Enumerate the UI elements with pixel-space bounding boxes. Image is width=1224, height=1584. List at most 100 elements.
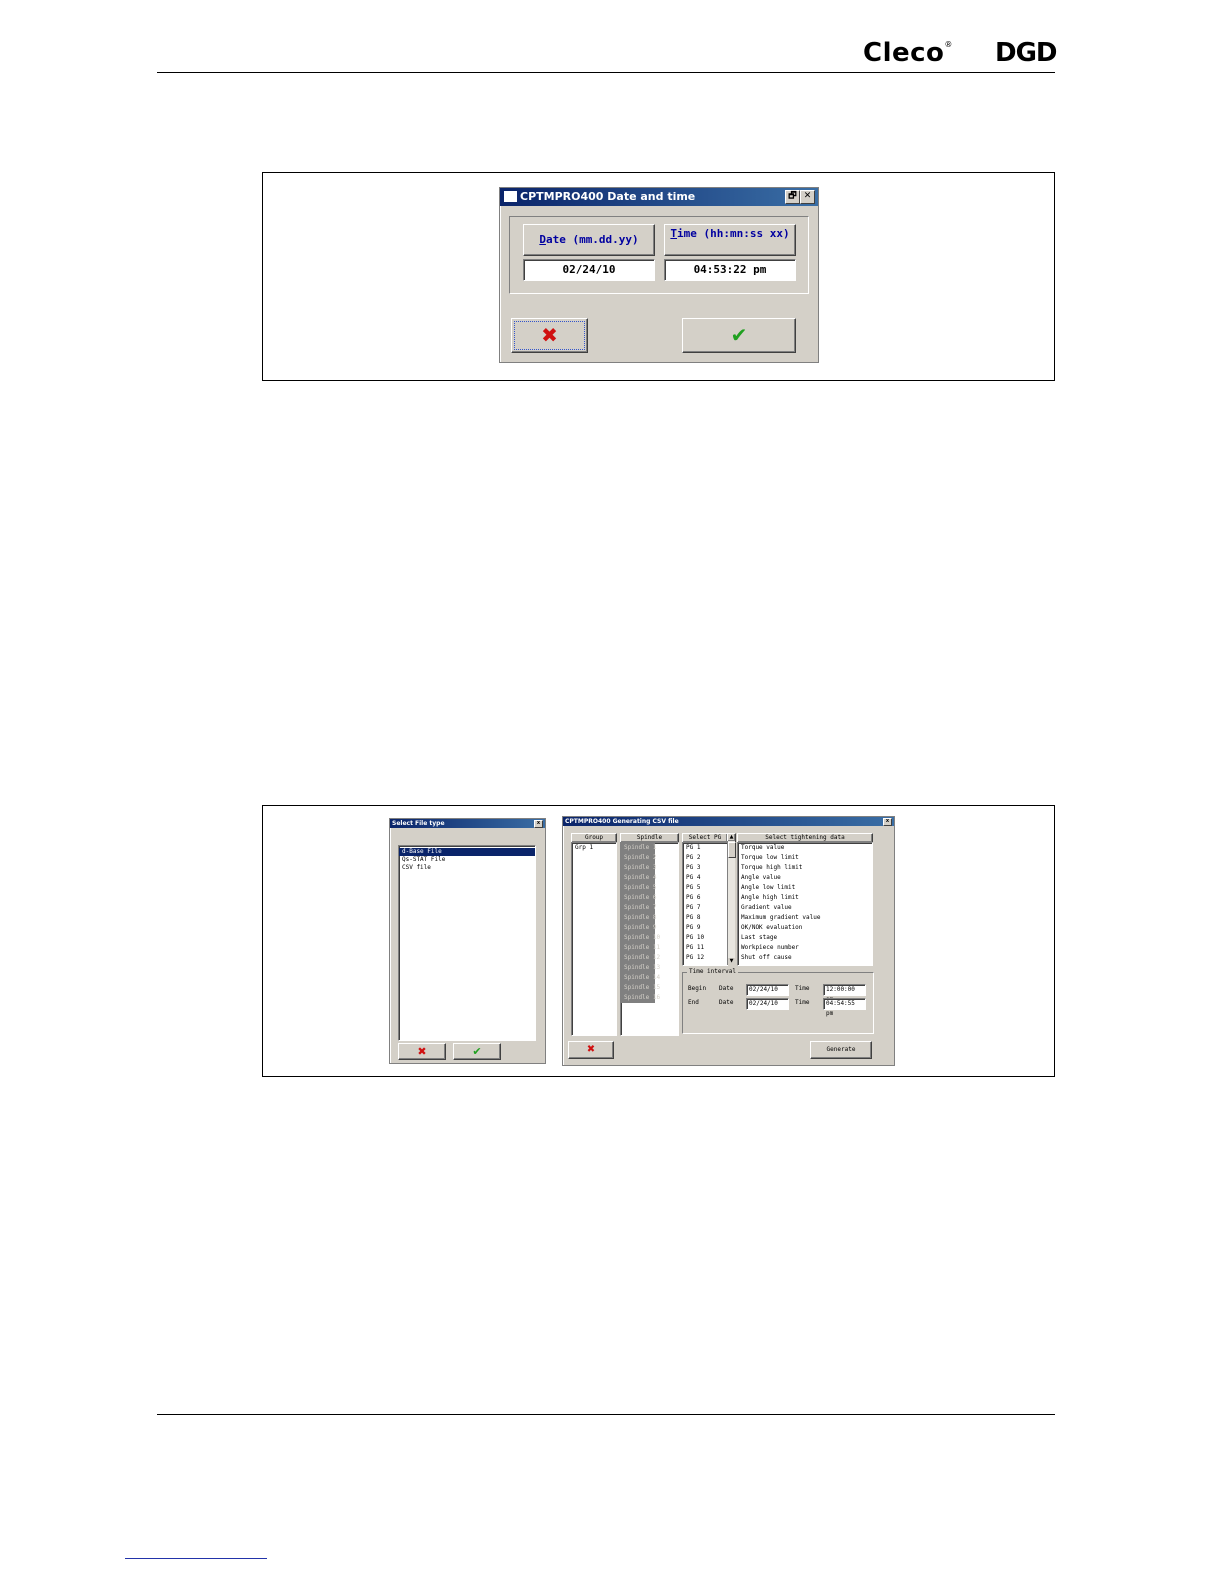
- spindle-item[interactable]: Spindle 3: [621, 863, 657, 873]
- tightening-item[interactable]: Maximum gradient value: [738, 913, 872, 923]
- footer-link-underline: [125, 1558, 267, 1559]
- tightening-item[interactable]: Last stage: [738, 933, 872, 943]
- time-field[interactable]: 04:53:22 pm: [664, 259, 796, 281]
- pg-item[interactable]: PG 5: [683, 883, 727, 893]
- pg-item[interactable]: PG 7: [683, 903, 727, 913]
- file-type-list: d-Base File Qs-STAT File CSV file: [398, 845, 536, 1041]
- end-time-label: Time: [795, 999, 810, 1006]
- time-interval-group: Time interval Begin Date 02/24/10 Time 1…: [682, 967, 874, 1034]
- pg-item[interactable]: PG 3: [683, 863, 727, 873]
- pg-list: PG 1 PG 2 PG 3 PG 4 PG 5 PG 6 PG 7 PG 8 …: [682, 842, 728, 966]
- spindle-item[interactable]: Spindle 6: [621, 893, 657, 903]
- cancel-button[interactable]: ✖: [511, 318, 588, 353]
- end-time-field[interactable]: 04:54:55 pm: [823, 998, 866, 1017]
- spindle-item[interactable]: Spindle 16: [621, 993, 660, 1003]
- tightening-item[interactable]: Torque high limit: [738, 863, 872, 873]
- spindle-item[interactable]: Spindle 13: [621, 963, 660, 973]
- tightening-item[interactable]: Workpiece number: [738, 943, 872, 953]
- end-label: End: [688, 999, 699, 1006]
- dgd-logo: DGD: [995, 38, 1058, 68]
- spindle-item[interactable]: Spindle 7: [621, 903, 657, 913]
- app-icon: [504, 190, 517, 202]
- red-x-icon: ✖: [417, 1045, 427, 1058]
- csv-dialog: CPTMPRO400 Generating CSV file x Group G…: [562, 816, 895, 1066]
- cleco-logo: Cleco®: [863, 38, 953, 68]
- pg-item[interactable]: PG 10: [683, 933, 727, 943]
- spindle-item[interactable]: Spindle 11: [621, 943, 660, 953]
- tightening-item[interactable]: Torque value: [738, 843, 872, 853]
- date-time-dialog: CPTMPRO400 Date and time 🗗 ✕ Date (mm.dd…: [499, 187, 819, 363]
- figure-date-time: CPTMPRO400 Date and time 🗗 ✕ Date (mm.dd…: [262, 172, 1055, 381]
- group-item[interactable]: Grp 1: [572, 843, 616, 853]
- spindle-item[interactable]: Spindle 5: [621, 883, 657, 893]
- pg-item[interactable]: PG 12: [683, 953, 727, 963]
- date-field[interactable]: 02/24/10: [523, 259, 655, 281]
- header-rule: [157, 72, 1055, 73]
- date-time-group: Date (mm.dd.yy) Time (hh:mn:ss xx) 02/24…: [509, 216, 809, 294]
- close-icon[interactable]: ✕: [800, 190, 815, 204]
- csv-titlebar: CPTMPRO400 Generating CSV file x: [563, 817, 894, 826]
- tightening-item[interactable]: OK/NOK evaluation: [738, 923, 872, 933]
- footer-rule: [157, 1414, 1055, 1415]
- file-type-titlebar: Select File type x: [390, 819, 545, 828]
- red-x-icon: ✖: [541, 323, 558, 347]
- figure-csv-export: Select File type x d-Base File Qs-STAT F…: [262, 805, 1055, 1077]
- spindle-item[interactable]: Spindle 8: [621, 913, 657, 923]
- pg-item[interactable]: PG 6: [683, 893, 727, 903]
- group-list: Grp 1: [571, 842, 617, 1036]
- scroll-thumb[interactable]: [728, 842, 736, 858]
- tightening-list: Torque value Torque low limit Torque hig…: [737, 842, 873, 966]
- close-icon[interactable]: x: [534, 820, 543, 828]
- pg-item[interactable]: PG 4: [683, 873, 727, 883]
- begin-label: Begin: [688, 985, 707, 992]
- spindle-item[interactable]: Spindle 15: [621, 983, 660, 993]
- file-type-option[interactable]: d-Base File: [399, 848, 535, 856]
- spindle-item[interactable]: Spindle 12: [621, 953, 660, 963]
- ok-button[interactable]: ✔: [682, 318, 796, 353]
- begin-time-label: Time: [795, 985, 810, 992]
- file-type-option[interactable]: CSV file: [399, 864, 535, 872]
- end-date-label: Date: [719, 999, 734, 1006]
- cancel-button[interactable]: ✖: [568, 1041, 614, 1059]
- spindle-list: Spindle 1 Spindle 2 Spindle 3 Spindle 4 …: [620, 842, 679, 1036]
- begin-date-field[interactable]: 02/24/10: [746, 984, 789, 996]
- tightening-item[interactable]: Shut off cause: [738, 953, 872, 963]
- tightening-item[interactable]: Angle high limit: [738, 893, 872, 903]
- spindle-item[interactable]: Spindle 4: [621, 873, 657, 883]
- tightening-item[interactable]: Gradient value: [738, 903, 872, 913]
- pg-item[interactable]: PG 8: [683, 913, 727, 923]
- begin-date-label: Date: [719, 985, 734, 992]
- spindle-item[interactable]: Spindle 9: [621, 923, 657, 933]
- tightening-item[interactable]: Torque low limit: [738, 853, 872, 863]
- time-interval-label: Time interval: [687, 967, 738, 977]
- dialog-titlebar: CPTMPRO400 Date and time 🗗 ✕: [500, 188, 818, 206]
- tightening-item[interactable]: Angle low limit: [738, 883, 872, 893]
- dialog-title: CPTMPRO400 Date and time: [520, 190, 696, 203]
- file-type-dialog: Select File type x d-Base File Qs-STAT F…: [389, 818, 546, 1064]
- scroll-down-icon[interactable]: ▼: [728, 958, 735, 965]
- spindle-item[interactable]: Spindle 14: [621, 973, 660, 983]
- spindle-item[interactable]: Spindle 10: [621, 933, 660, 943]
- restore-icon[interactable]: 🗗: [785, 190, 800, 204]
- green-check-icon: ✔: [472, 1045, 482, 1058]
- pg-item[interactable]: PG 11: [683, 943, 727, 953]
- green-check-icon: ✔: [730, 323, 748, 347]
- ok-button[interactable]: ✔: [453, 1043, 501, 1060]
- pg-item[interactable]: PG 1: [683, 843, 727, 853]
- generate-label: Generate: [826, 1046, 856, 1053]
- begin-time-field[interactable]: 12:00:00 am: [823, 984, 866, 1003]
- pg-item[interactable]: PG 9: [683, 923, 727, 933]
- spindle-item[interactable]: Spindle 1: [621, 843, 657, 853]
- cancel-button[interactable]: ✖: [398, 1043, 446, 1060]
- pg-scrollbar[interactable]: ▼: [727, 841, 736, 965]
- end-date-field[interactable]: 02/24/10: [746, 998, 789, 1010]
- file-type-option[interactable]: Qs-STAT File: [399, 856, 535, 864]
- generate-button[interactable]: Generate: [810, 1041, 872, 1059]
- time-column-header[interactable]: Time (hh:mn:ss xx): [664, 224, 796, 256]
- pg-item[interactable]: PG 2: [683, 853, 727, 863]
- close-icon[interactable]: x: [883, 818, 892, 826]
- spindle-item[interactable]: Spindle 2: [621, 853, 657, 863]
- date-column-header[interactable]: Date (mm.dd.yy): [523, 224, 655, 256]
- red-x-icon: ✖: [586, 1044, 596, 1055]
- tightening-item[interactable]: Angle value: [738, 873, 872, 883]
